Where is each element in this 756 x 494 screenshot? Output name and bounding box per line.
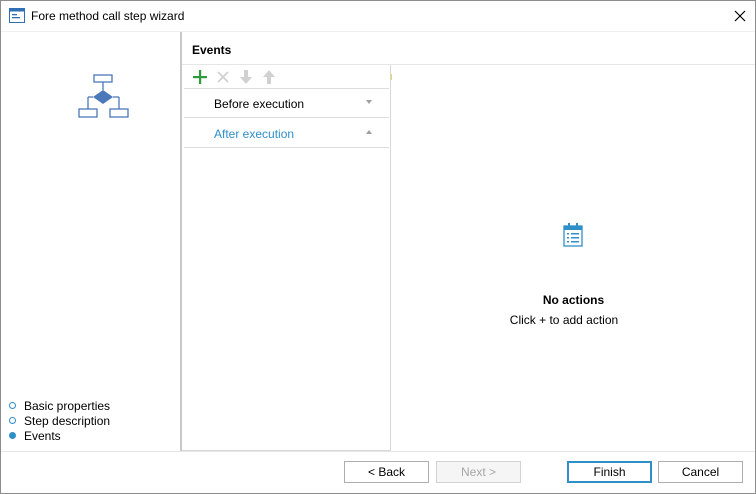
finish-button[interactable]: Finish <box>567 461 652 483</box>
close-button[interactable] <box>729 5 751 27</box>
step-events[interactable]: Events <box>9 428 110 443</box>
flowchart-icon <box>77 74 131 120</box>
arrow-up-icon <box>262 69 275 84</box>
move-down-button[interactable] <box>235 67 256 86</box>
window-app-icon <box>9 8 25 23</box>
chevron-down-icon[interactable] <box>366 100 372 104</box>
actions-pane: No actions Click + to add action <box>392 65 755 451</box>
event-label: After execution <box>214 127 295 141</box>
back-button[interactable]: < Back <box>344 461 429 483</box>
close-icon <box>734 10 746 22</box>
step-bullet-current <box>9 432 16 439</box>
empty-state-title: No actions <box>542 293 605 307</box>
arrow-down-icon <box>239 69 252 84</box>
event-row-after-execution[interactable]: After execution <box>184 119 389 148</box>
step-bullet <box>9 417 16 424</box>
wizard-sidebar: Basic properties Step description Events <box>1 32 180 451</box>
move-up-button[interactable] <box>258 67 279 86</box>
step-bullet <box>9 402 16 409</box>
delete-icon <box>216 70 229 83</box>
wizard-footer: < Back Next > Finish Cancel <box>1 452 755 493</box>
wizard-steps: Basic properties Step description Events <box>9 398 110 443</box>
plus-icon <box>192 69 207 84</box>
empty-state-hint: Click + to add action <box>509 313 619 327</box>
title-bar: Fore method call step wizard <box>1 1 755 31</box>
step-step-description[interactable]: Step description <box>9 413 110 428</box>
window-title: Fore method call step wizard <box>31 9 185 23</box>
events-page: Events Before execution After execution <box>182 32 755 451</box>
wizard-window: Fore method call step wizard Basic prope… <box>0 0 756 494</box>
event-label: Before execution <box>214 97 305 111</box>
delete-action-button[interactable] <box>212 67 233 86</box>
events-toolbar <box>189 67 279 87</box>
action-list-icon <box>563 223 583 247</box>
page-title: Events <box>192 43 232 57</box>
step-label: Events <box>24 428 61 443</box>
chevron-up-icon[interactable] <box>366 130 372 134</box>
add-action-button[interactable] <box>189 67 210 86</box>
step-basic-properties[interactable]: Basic properties <box>9 398 110 413</box>
events-list-pane: Before execution After execution <box>182 65 391 451</box>
next-button[interactable]: Next > <box>436 461 521 483</box>
event-row-before-execution[interactable]: Before execution <box>184 89 389 118</box>
cancel-button[interactable]: Cancel <box>658 461 743 483</box>
step-label: Step description <box>24 413 111 428</box>
step-label: Basic properties <box>24 398 111 413</box>
